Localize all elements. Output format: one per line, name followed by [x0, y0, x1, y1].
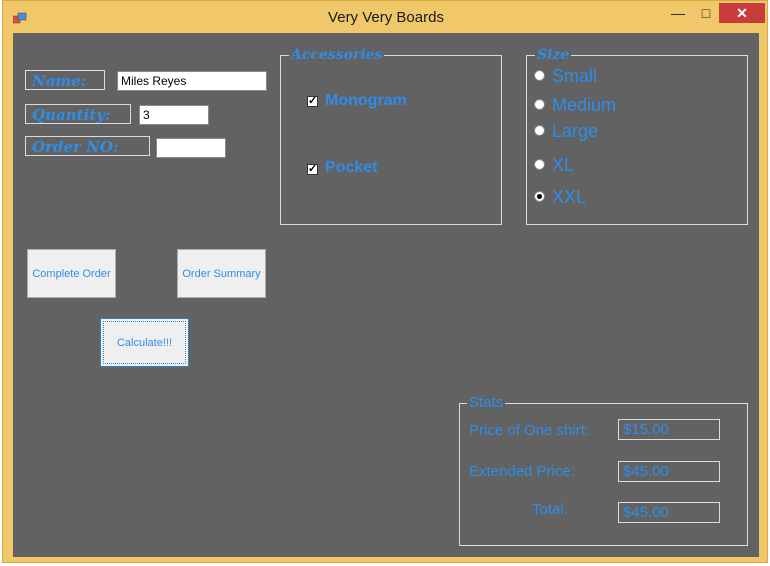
- price-label: Price of One shirt:: [469, 422, 590, 439]
- size-medium-label[interactable]: Medium: [552, 95, 616, 116]
- total-value: $45.00: [618, 502, 720, 523]
- monogram-checkbox[interactable]: ✓: [307, 96, 318, 107]
- quantity-label: Quantity:: [25, 104, 131, 124]
- maximize-button[interactable]: □: [693, 3, 719, 23]
- size-xxl-radio[interactable]: [534, 191, 545, 202]
- title-bar[interactable]: Very Very Boards — □ ✕: [3, 1, 769, 33]
- size-large-label[interactable]: Large: [552, 121, 598, 142]
- pocket-label[interactable]: Pocket: [325, 159, 377, 177]
- order-summary-button[interactable]: Order Summary: [177, 249, 266, 298]
- order-no-input[interactable]: [156, 138, 226, 158]
- name-label: Name:: [25, 70, 105, 90]
- extended-price-value: $45.00: [618, 461, 720, 482]
- minimize-button[interactable]: —: [665, 3, 691, 23]
- size-medium-radio[interactable]: [534, 99, 545, 110]
- monogram-label[interactable]: Monogram: [325, 92, 407, 110]
- name-input[interactable]: Miles Reyes: [117, 71, 267, 91]
- size-xxl-label[interactable]: XXL: [552, 187, 586, 208]
- accessories-group: [280, 55, 502, 225]
- size-large-radio[interactable]: [534, 125, 545, 136]
- accessories-title: Accessories: [289, 47, 385, 63]
- complete-order-button[interactable]: Complete Order: [27, 249, 116, 298]
- close-button[interactable]: ✕: [719, 3, 765, 23]
- price-value: $15.00: [618, 419, 720, 440]
- pocket-checkbox[interactable]: ✓: [307, 164, 318, 175]
- size-title: Size: [535, 47, 572, 63]
- stats-title: Stats: [467, 394, 506, 411]
- quantity-input[interactable]: 3: [139, 105, 209, 125]
- form-client-area: Name: Miles Reyes Quantity: 3 Order NO: …: [13, 33, 759, 557]
- size-xl-radio[interactable]: [534, 159, 545, 170]
- size-small-label[interactable]: Small: [552, 66, 597, 87]
- calculate-button[interactable]: Calculate!!!: [100, 318, 189, 367]
- app-window: Very Very Boards — □ ✕ Name: Miles Reyes…: [2, 0, 768, 563]
- extended-price-label: Extended Price:: [469, 463, 575, 480]
- order-no-label: Order NO:: [25, 136, 150, 156]
- total-label: Total:: [532, 501, 568, 518]
- size-xl-label[interactable]: XL: [552, 155, 574, 176]
- window-title: Very Very Boards: [328, 9, 444, 26]
- size-small-radio[interactable]: [534, 70, 545, 81]
